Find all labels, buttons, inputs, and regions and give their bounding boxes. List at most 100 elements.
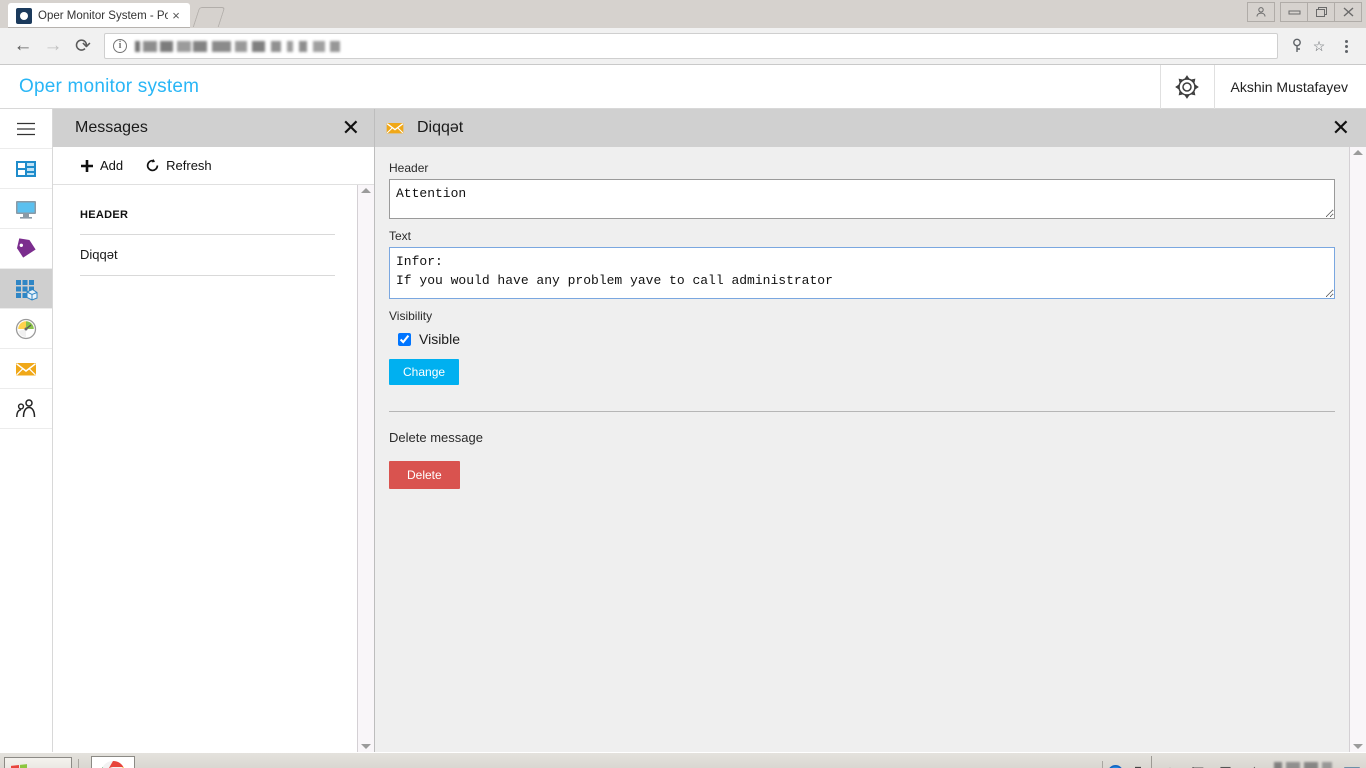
volume-muted-icon[interactable]: [1242, 756, 1266, 768]
refresh-button-label: Refresh: [166, 158, 212, 173]
browser-menu-button[interactable]: [1334, 33, 1358, 59]
tray-icons-area: [1151, 755, 1364, 768]
messages-panel: Messages ✕ Add Refresh HEADER Diqqət: [53, 109, 375, 752]
detail-panel-titlebar: Diqqət ✕: [375, 109, 1366, 147]
envelope-icon: [16, 362, 36, 375]
sidebar-menu-toggle[interactable]: [0, 109, 52, 149]
clock-redacted[interactable]: [1274, 759, 1332, 768]
message-detail-panel: Diqqət ✕ Header Text Visibility Visible …: [375, 109, 1366, 752]
bookmark-star-icon[interactable]: ☆: [1308, 35, 1330, 57]
browser-tab[interactable]: Oper Monitor System - Port ×: [8, 3, 190, 28]
message-text-input[interactable]: [389, 247, 1335, 299]
gear-icon: [1175, 74, 1199, 99]
user-menu[interactable]: Akshin Mustafayev: [1213, 64, 1366, 109]
window-minimize-button[interactable]: [1280, 2, 1308, 22]
refresh-button[interactable]: Refresh: [145, 158, 212, 173]
window-user-icon[interactable]: [1247, 2, 1275, 22]
new-tab-button[interactable]: [194, 7, 224, 27]
person-icon: [1256, 7, 1266, 17]
url-text-redacted: [135, 40, 350, 52]
add-button[interactable]: Add: [80, 158, 123, 173]
delete-section-label: Delete message: [389, 430, 483, 445]
reload-button[interactable]: ⟳: [68, 31, 98, 61]
site-info-icon[interactable]: i: [113, 39, 127, 53]
messages-scrollbar[interactable]: [357, 185, 374, 752]
messages-panel-close-icon[interactable]: ✕: [338, 117, 364, 139]
detail-form: Header Text Visibility Visible Change De…: [375, 147, 1349, 752]
start-button[interactable]: Start: [4, 756, 72, 768]
address-bar[interactable]: i: [104, 33, 1278, 59]
window-close-button[interactable]: [1334, 2, 1362, 22]
hamburger-menu-icon: [17, 122, 35, 135]
text-field-label: Text: [389, 229, 412, 243]
desktop-icon: [1344, 766, 1360, 768]
monitor-icon: [16, 200, 36, 219]
show-desktop-icon[interactable]: [1340, 756, 1364, 768]
change-button[interactable]: Change: [389, 359, 460, 385]
header-input[interactable]: [389, 179, 1335, 219]
app-header: Oper monitor system Akshin Mustafayev: [0, 64, 1366, 109]
messages-panel-titlebar: Messages ✕: [53, 109, 374, 147]
sidebar-item-messages[interactable]: [0, 349, 52, 389]
tag-icon: [16, 237, 36, 258]
detail-body-wrap: Header Text Visibility Visible Change De…: [375, 147, 1366, 752]
messages-list-wrap: HEADER Diqqət: [53, 185, 374, 752]
printer-icon[interactable]: [1214, 756, 1238, 768]
system-tray: EN ?: [1065, 753, 1364, 768]
tray-updates-icon[interactable]: [1158, 756, 1182, 768]
scroll-up-arrow-icon[interactable]: [1353, 150, 1363, 155]
kebab-dot: [1344, 49, 1348, 53]
sidebar-item-modules[interactable]: [0, 269, 52, 309]
dashboard-icon: [16, 160, 36, 177]
web-page: Oper monitor system Akshin Mustafayev Me…: [0, 64, 1366, 752]
settings-button[interactable]: [1159, 64, 1214, 109]
chevrons-up-icon: [1169, 767, 1171, 768]
windows-taskbar: Start EN ?: [0, 752, 1366, 768]
close-icon: [1343, 7, 1353, 17]
detail-scrollbar[interactable]: [1349, 147, 1366, 752]
browser-toolbar: ← → ⟳ i ☆: [0, 28, 1366, 65]
forward-button[interactable]: →: [38, 31, 68, 61]
taskbar-chrome-button[interactable]: [90, 755, 135, 768]
visibility-label: Visibility: [389, 309, 433, 323]
taskbar-separator: [77, 758, 79, 768]
scroll-down-arrow-icon[interactable]: [361, 744, 371, 749]
plus-icon: [81, 159, 93, 172]
detail-panel-title: Diqqət: [417, 119, 464, 136]
back-button[interactable]: ←: [8, 31, 38, 61]
visible-checkbox-label[interactable]: Visible: [419, 331, 460, 347]
section-divider: [389, 411, 1335, 412]
delete-button[interactable]: Delete: [389, 461, 460, 489]
messages-list: HEADER Diqqət: [53, 185, 357, 752]
app-favicon: [16, 7, 32, 24]
modules-grid-icon: [16, 279, 38, 301]
browser-tabstrip: Oper Monitor System - Port ×: [0, 0, 1366, 28]
show-hidden-icons-button[interactable]: [1127, 756, 1151, 768]
scroll-down-arrow-icon[interactable]: [1353, 744, 1363, 749]
save-password-key-icon[interactable]: [1286, 35, 1308, 57]
sidebar-item-gauge[interactable]: [0, 309, 52, 349]
sidebar-item-dashboard[interactable]: [0, 149, 52, 189]
users-icon: [16, 398, 36, 417]
flag-icon: [1192, 766, 1204, 768]
sidebar-item-tag[interactable]: [0, 229, 52, 269]
help-icon[interactable]: ?: [1103, 756, 1127, 768]
tab-close-icon[interactable]: ×: [168, 9, 184, 22]
kebab-dot: [1344, 44, 1348, 48]
messages-toolbar: Add Refresh: [53, 147, 374, 185]
sidebar-item-monitor[interactable]: [0, 189, 52, 229]
visible-checkbox-row[interactable]: Visible: [398, 331, 1335, 347]
visible-checkbox[interactable]: [398, 332, 411, 346]
windows-flag-icon: [11, 764, 27, 768]
speaker-mute-icon: [1252, 766, 1255, 768]
printer-device-icon: [1220, 766, 1231, 768]
sidebar-item-users[interactable]: [0, 389, 52, 429]
window-controls: [1247, 2, 1362, 22]
list-item[interactable]: Diqqət: [80, 235, 335, 276]
detail-panel-close-icon[interactable]: ✕: [1328, 117, 1354, 139]
window-maximize-button[interactable]: [1307, 2, 1335, 22]
gauge-icon: [15, 318, 37, 339]
network-flag-icon[interactable]: [1186, 756, 1210, 768]
scroll-up-arrow-icon[interactable]: [361, 188, 371, 193]
restore-icon: [1315, 7, 1327, 17]
